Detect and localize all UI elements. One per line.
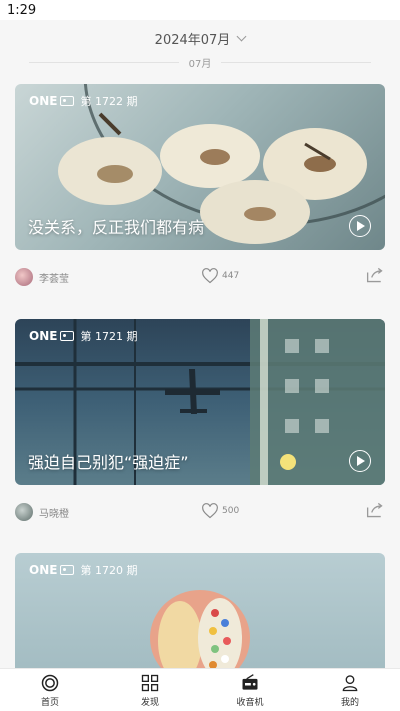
- avatar[interactable]: [15, 268, 33, 286]
- like-count: 447: [222, 271, 240, 281]
- brand-name: ONE: [29, 329, 58, 343]
- tab-label: 发现: [140, 697, 159, 708]
- radio-logo-icon: [60, 96, 75, 106]
- tab-label: 收音机: [236, 697, 264, 708]
- brand-badge: ONE 第 1722 期: [29, 93, 137, 109]
- status-time: 1:29: [7, 3, 37, 18]
- section-label: 07月: [188, 58, 212, 70]
- feed[interactable]: 2024年07月 07月 ONE 第 1722 期 没关系，反正我们都有病 李荟…: [0, 20, 400, 668]
- month-selector-label: 2024年07月: [154, 32, 231, 48]
- tab-radio[interactable]: 收音机: [200, 669, 300, 711]
- radio-logo-icon: [60, 565, 75, 575]
- brand-name: ONE: [29, 94, 58, 108]
- share-icon[interactable]: [365, 501, 385, 519]
- author-name[interactable]: 马晓橙: [39, 505, 69, 520]
- issue-number: 第 1721 期: [80, 330, 138, 343]
- divider-line-right: [221, 61, 372, 63]
- issue-number: 第 1720 期: [80, 564, 138, 577]
- author-name[interactable]: 李荟莹: [39, 270, 69, 285]
- like-button[interactable]: 447: [201, 268, 239, 284]
- like-count: 500: [222, 506, 240, 516]
- radio-icon: [242, 673, 258, 690]
- radio-logo-icon: [60, 331, 75, 341]
- home-icon: [41, 674, 59, 691]
- issue-number: 第 1722 期: [80, 95, 138, 108]
- card-meta: 李荟莹 447: [15, 266, 385, 288]
- tab-discover[interactable]: 发现: [100, 669, 200, 711]
- like-button[interactable]: 500: [201, 503, 239, 519]
- card-title: 强迫自己别犯“强迫症”: [28, 453, 189, 472]
- section-divider: 07月: [0, 54, 400, 70]
- status-bar: 1:29: [0, 0, 400, 22]
- card-meta: 马晓橙 500: [15, 501, 385, 523]
- tab-home[interactable]: 首页: [0, 669, 100, 711]
- article-card[interactable]: ONE 第 1720 期: [15, 553, 385, 668]
- month-selector[interactable]: 2024年07月: [0, 26, 400, 50]
- tab-label: 首页: [40, 697, 59, 708]
- play-icon[interactable]: [349, 215, 371, 237]
- brand-badge: ONE 第 1721 期: [29, 328, 137, 344]
- heart-icon: [202, 268, 218, 284]
- user-icon: [342, 674, 358, 691]
- share-icon[interactable]: [365, 266, 385, 284]
- chevron-down-icon: [236, 31, 247, 41]
- tab-me[interactable]: 我的: [300, 669, 400, 711]
- article-card[interactable]: ONE 第 1722 期 没关系，反正我们都有病: [15, 84, 385, 250]
- grid-icon: [141, 674, 159, 691]
- tab-label: 我的: [340, 697, 359, 708]
- avatar[interactable]: [15, 503, 33, 521]
- article-card[interactable]: ONE 第 1721 期 强迫自己别犯“强迫症”: [15, 319, 385, 485]
- play-icon[interactable]: [349, 450, 371, 472]
- divider-line-left: [28, 61, 179, 63]
- card-title: 没关系，反正我们都有病: [28, 218, 205, 237]
- bottom-tab-bar: 首页 发现 收音机 我的: [0, 668, 400, 711]
- brand-name: ONE: [29, 563, 58, 577]
- brand-badge: ONE 第 1720 期: [29, 562, 137, 578]
- heart-icon: [202, 503, 218, 519]
